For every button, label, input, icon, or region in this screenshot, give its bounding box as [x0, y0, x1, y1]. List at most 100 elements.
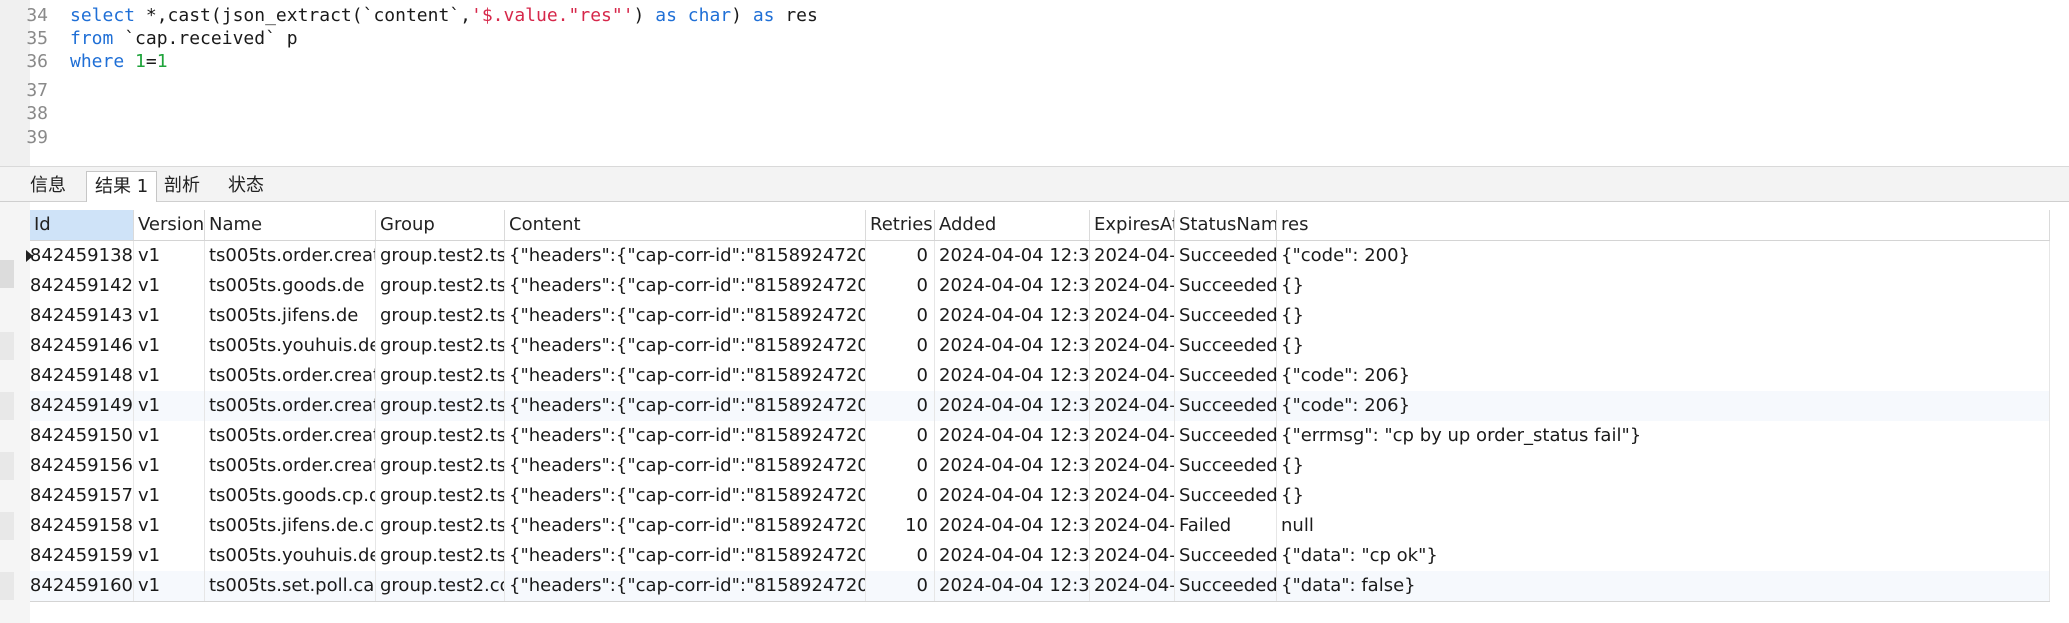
cell-added[interactable]: 2024-04-04 12:37:40	[935, 241, 1090, 271]
cell-content[interactable]: {"headers":{"cap-corr-id":"8158924720724…	[505, 241, 866, 271]
cell-res[interactable]: {"data": false}	[1277, 571, 2050, 601]
cell-group[interactable]: group.test2.ts005ts	[376, 391, 505, 421]
cell-group[interactable]: group.test2.complete	[376, 571, 505, 601]
cell-id[interactable]: 988842459146	[30, 331, 134, 361]
cell-res[interactable]: null	[1277, 511, 2050, 541]
cell-status-name[interactable]: Succeeded	[1175, 481, 1277, 511]
cell-id[interactable]: 988842459143	[30, 301, 134, 331]
cell-added[interactable]: 2024-04-04 12:37:43	[935, 301, 1090, 331]
cell-expires-at[interactable]: 2024-04-05	[1090, 391, 1175, 421]
cell-added[interactable]: 2024-04-04 12:37:43	[935, 481, 1090, 511]
cell-expires-at[interactable]: 2024-04-05	[1090, 241, 1175, 271]
cell-content[interactable]: {"headers":{"cap-corr-id":"8158924720724…	[505, 541, 866, 571]
cell-id[interactable]: 988842459148	[30, 361, 134, 391]
tab-info[interactable]: 信息	[22, 171, 74, 201]
cell-added[interactable]: 2024-04-04 12:37:43	[935, 271, 1090, 301]
cell-expires-at[interactable]: 2024-04-05	[1090, 271, 1175, 301]
column-header-retries[interactable]: Retries	[866, 210, 935, 240]
cell-name[interactable]: ts005ts.order.create	[205, 241, 376, 271]
column-header-content[interactable]: Content	[505, 210, 866, 240]
cell-id[interactable]: 988842459138	[30, 241, 134, 271]
cell-content[interactable]: {"headers":{"cap-corr-id":"8158924720724…	[505, 331, 866, 361]
cell-res[interactable]: {"errmsg": "cp by up order_status fail"}	[1277, 421, 2050, 451]
cell-retries[interactable]: 0	[866, 481, 935, 511]
sql-editor[interactable]: 34 select *,cast(json_extract(`content`,'…	[0, 0, 2069, 166]
cell-id[interactable]: 988842459158	[30, 511, 134, 541]
cell-status-name[interactable]: Failed	[1175, 511, 1277, 541]
cell-retries[interactable]: 10	[866, 511, 935, 541]
cell-name[interactable]: ts005ts.goods.cp.de	[205, 481, 376, 511]
cell-retries[interactable]: 0	[866, 241, 935, 271]
cell-name[interactable]: ts005ts.order.created	[205, 421, 376, 451]
table-row[interactable]: 988842459148v1ts005ts.order.createdgroup…	[30, 361, 2050, 391]
table-row[interactable]: 988842459149v1ts005ts.order.createdgroup…	[30, 391, 2050, 421]
table-row[interactable]: 988842459143v1ts005ts.jifens.degroup.tes…	[30, 301, 2050, 331]
cell-retries[interactable]: 0	[866, 451, 935, 481]
cell-added[interactable]: 2024-04-04 12:37:43	[935, 361, 1090, 391]
cell-added[interactable]: 2024-04-04 12:37:43	[935, 391, 1090, 421]
cell-name[interactable]: ts005ts.order.created	[205, 391, 376, 421]
cell-retries[interactable]: 0	[866, 391, 935, 421]
column-header-id[interactable]: Id	[30, 210, 134, 240]
cell-group[interactable]: group.test2.ts005ts	[376, 241, 505, 271]
cell-version[interactable]: v1	[134, 451, 205, 481]
cell-id[interactable]: 988842459160	[30, 571, 134, 601]
cell-added[interactable]: 2024-04-04 12:37:43	[935, 421, 1090, 451]
table-row[interactable]: 988842459160v1ts005ts.set.poll.cachegrou…	[30, 571, 2050, 601]
cell-expires-at[interactable]: 2024-04-05	[1090, 331, 1175, 361]
cell-expires-at[interactable]: 2024-04-05	[1090, 301, 1175, 331]
cell-retries[interactable]: 0	[866, 571, 935, 601]
table-row[interactable]: 988842459159v1ts005ts.youhuis.de.cpgroup…	[30, 541, 2050, 571]
cell-group[interactable]: group.test2.ts005ts	[376, 301, 505, 331]
cell-version[interactable]: v1	[134, 271, 205, 301]
cell-expires-at[interactable]: 2024-04-05	[1090, 451, 1175, 481]
table-row[interactable]: 988842459157v1ts005ts.goods.cp.degroup.t…	[30, 481, 2050, 511]
cell-version[interactable]: v1	[134, 511, 205, 541]
cell-status-name[interactable]: Succeeded	[1175, 391, 1277, 421]
cell-expires-at[interactable]: 2024-04-05	[1090, 421, 1175, 451]
cell-group[interactable]: group.test2.ts005ts	[376, 451, 505, 481]
cell-id[interactable]: 988842459159	[30, 541, 134, 571]
cell-name[interactable]: ts005ts.set.poll.cache	[205, 571, 376, 601]
cell-version[interactable]: v1	[134, 421, 205, 451]
cell-version[interactable]: v1	[134, 391, 205, 421]
cell-id[interactable]: 988842459149	[30, 391, 134, 421]
cell-content[interactable]: {"headers":{"cap-corr-id":"8158924720724…	[505, 481, 866, 511]
column-header-expires-at[interactable]: ExpiresAt	[1090, 210, 1175, 240]
cell-version[interactable]: v1	[134, 571, 205, 601]
cell-res[interactable]: {"code": 206}	[1277, 361, 2050, 391]
cell-added[interactable]: 2024-04-04 12:37:43	[935, 511, 1090, 541]
cell-name[interactable]: ts005ts.jifens.de	[205, 301, 376, 331]
cell-res[interactable]: {}	[1277, 331, 2050, 361]
cell-name[interactable]: ts005ts.youhuis.de.cp	[205, 541, 376, 571]
cell-version[interactable]: v1	[134, 331, 205, 361]
cell-name[interactable]: ts005ts.jifens.de.cp	[205, 511, 376, 541]
cell-content[interactable]: {"headers":{"cap-corr-id":"8158924720724…	[505, 301, 866, 331]
cell-status-name[interactable]: Succeeded	[1175, 271, 1277, 301]
column-header-res[interactable]: res	[1277, 210, 2050, 240]
cell-content[interactable]: {"headers":{"cap-corr-id":"8158924720724…	[505, 511, 866, 541]
cell-version[interactable]: v1	[134, 241, 205, 271]
table-row[interactable]: 988842459158v1ts005ts.jifens.de.cpgroup.…	[30, 511, 2050, 541]
cell-retries[interactable]: 0	[866, 361, 935, 391]
cell-res[interactable]: {}	[1277, 451, 2050, 481]
cell-status-name[interactable]: Succeeded	[1175, 451, 1277, 481]
table-row[interactable]: 988842459156v1ts005ts.order.create.cpgro…	[30, 451, 2050, 481]
cell-expires-at[interactable]: 2024-04-05	[1090, 541, 1175, 571]
cell-status-name[interactable]: Succeeded	[1175, 361, 1277, 391]
cell-retries[interactable]: 0	[866, 541, 935, 571]
cell-group[interactable]: group.test2.ts005ts	[376, 421, 505, 451]
cell-res[interactable]: {}	[1277, 481, 2050, 511]
cell-retries[interactable]: 0	[866, 271, 935, 301]
cell-res[interactable]: {}	[1277, 271, 2050, 301]
cell-id[interactable]: 988842459142	[30, 271, 134, 301]
cell-added[interactable]: 2024-04-04 12:37:44	[935, 571, 1090, 601]
cell-res[interactable]: {"code": 200}	[1277, 241, 2050, 271]
cell-name[interactable]: ts005ts.goods.de	[205, 271, 376, 301]
cell-group[interactable]: group.test2.ts005ts	[376, 361, 505, 391]
cell-status-name[interactable]: Succeeded	[1175, 301, 1277, 331]
cell-group[interactable]: group.test2.ts005ts	[376, 541, 505, 571]
cell-version[interactable]: v1	[134, 481, 205, 511]
cell-added[interactable]: 2024-04-04 12:37:43	[935, 331, 1090, 361]
cell-res[interactable]: {"code": 206}	[1277, 391, 2050, 421]
